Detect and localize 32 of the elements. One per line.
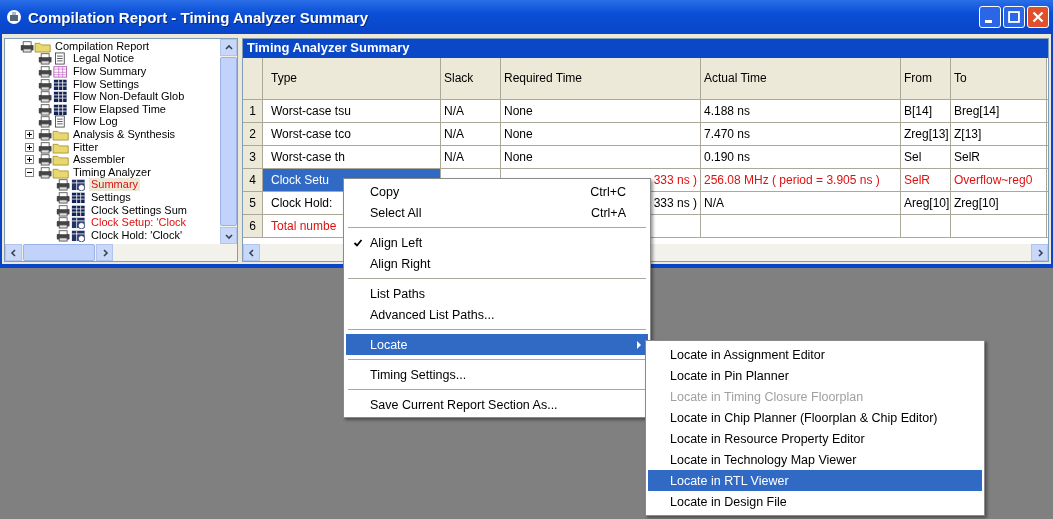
table-cell: 4.188 ns [701, 100, 901, 122]
row-number: 4 [243, 169, 263, 191]
table-cell: 7.470 ns [701, 123, 901, 145]
row-number: 2 [243, 123, 263, 145]
row-number: 3 [243, 146, 263, 168]
table-cell: Sel [901, 146, 951, 168]
table-cell: 256.08 MHz ( period = 3.905 ns ) [701, 169, 901, 191]
table-cell: Zreg[13] [901, 123, 951, 145]
table-cell: Breg[14] [951, 100, 1047, 122]
table-cell: Worst-case tco [263, 123, 441, 145]
row-number: 1 [243, 100, 263, 122]
table-cell: N/A [701, 192, 901, 214]
table-cell: None [501, 146, 701, 168]
table-cell: B[14] [901, 100, 951, 122]
table-cell: Areg[10] [901, 192, 951, 214]
section-title: Timing Analyzer Summary [243, 39, 1048, 58]
table-cell: Zreg[10] [951, 192, 1047, 214]
table-cell: N/A [441, 146, 501, 168]
table-cell: None [501, 123, 701, 145]
table-cell: SelR [901, 169, 951, 191]
row-number: 6 [243, 215, 263, 237]
table-cell: SelR [951, 146, 1047, 168]
table-cell: Worst-case th [263, 146, 441, 168]
table-cell: Z[13] [951, 123, 1047, 145]
row-number: 5 [243, 192, 263, 214]
table-cell: None [501, 100, 701, 122]
window-title: Compilation Report - Timing Analyzer Summary [28, 8, 370, 26]
table-cell: N/A [441, 123, 501, 145]
table-cell: N/A [441, 100, 501, 122]
table-cell: Worst-case tsu [263, 100, 441, 122]
table-cell: 0.190 ns [701, 146, 901, 168]
table-cell: Overflow~reg0 [951, 169, 1047, 191]
